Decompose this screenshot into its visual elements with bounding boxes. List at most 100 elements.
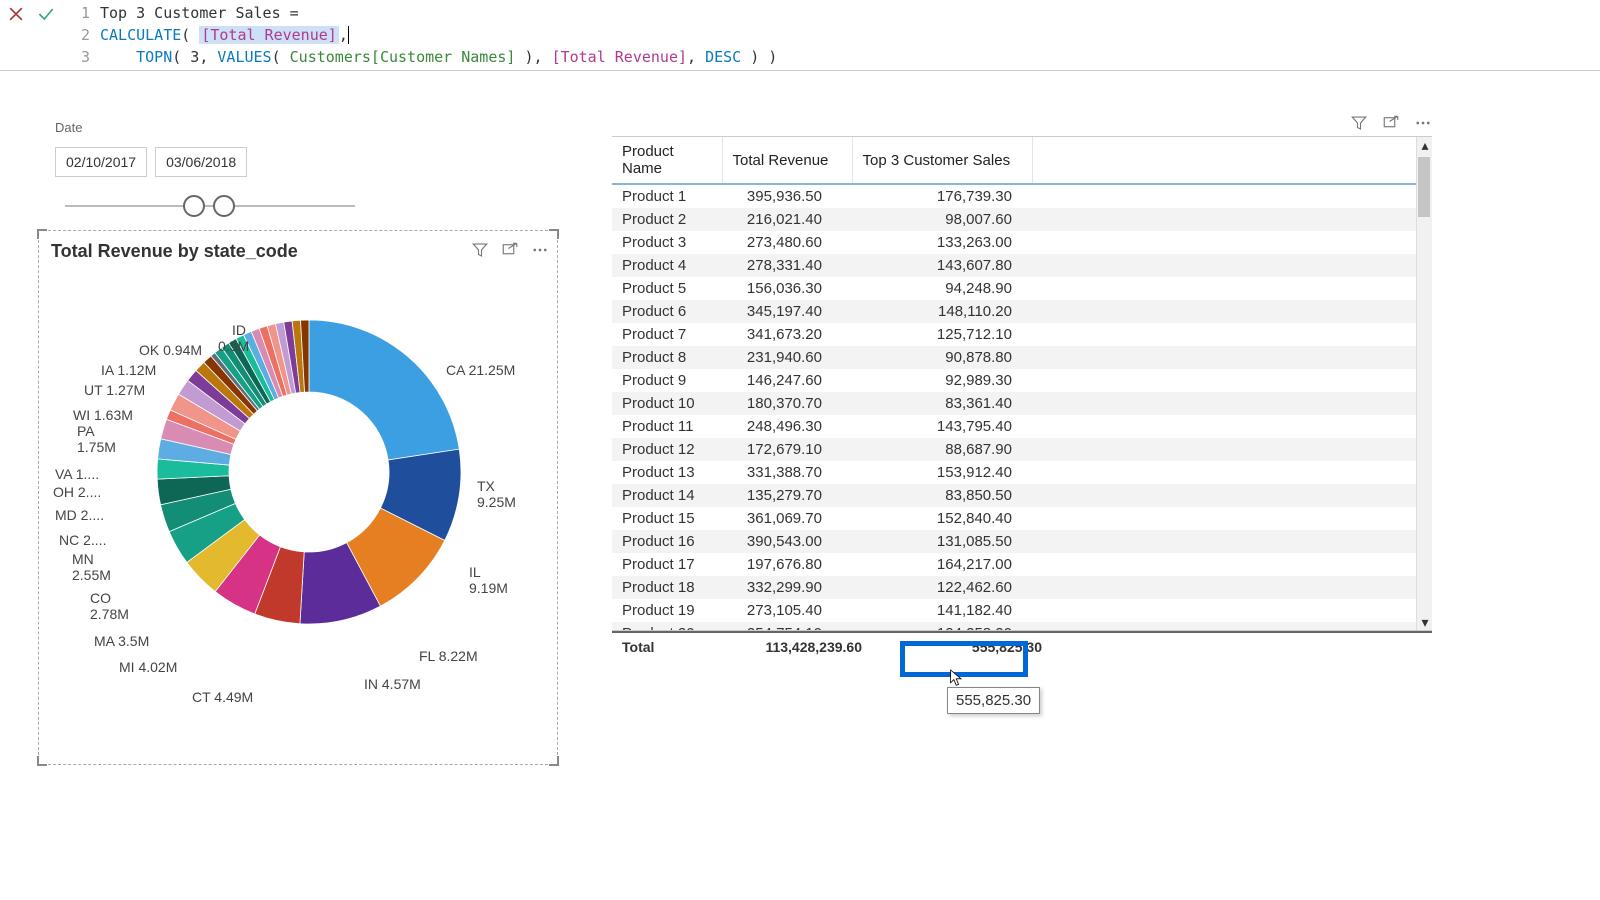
cell-revenue: 390,543.00: [722, 530, 852, 553]
table-row[interactable]: Product 5156,036.3094,248.90: [612, 277, 1432, 300]
slider-handle-to[interactable]: [213, 195, 235, 217]
slice-label-nc: NC 2....: [59, 532, 106, 548]
slider-handle-from[interactable]: [183, 195, 205, 217]
cell-top3: 88,687.90: [852, 438, 1032, 461]
scroll-thumb[interactable]: [1418, 157, 1430, 217]
formula-bar: 1Top 3 Customer Sales = 2CALCULATE( [Tot…: [0, 0, 1600, 71]
table-row[interactable]: Product 6345,197.40148,110.20: [612, 300, 1432, 323]
table-row[interactable]: Product 17197,676.80164,217.00: [612, 553, 1432, 576]
cell-product: Product 11: [612, 415, 722, 438]
slice-label-id1: ID: [232, 322, 246, 338]
focus-mode-icon[interactable]: [501, 241, 519, 262]
cell-revenue: 273,480.60: [722, 231, 852, 254]
focus-mode-icon[interactable]: [1382, 114, 1400, 135]
cell-revenue: 216,021.40: [722, 208, 852, 231]
cell-product: Product 13: [612, 461, 722, 484]
donut-svg: [149, 312, 469, 632]
slice-label-id2: 0.5M: [218, 338, 249, 354]
cell-revenue: 278,331.40: [722, 254, 852, 277]
cell-revenue: 146,247.60: [722, 369, 852, 392]
cell-revenue: 332,299.90: [722, 576, 852, 599]
table-row[interactable]: Product 15361,069.70152,840.40: [612, 507, 1432, 530]
scroll-down-icon[interactable]: ▾: [1417, 614, 1432, 630]
cell-revenue: 156,036.30: [722, 277, 852, 300]
cell-top3: 83,361.40: [852, 392, 1032, 415]
cell-top3: 83,850.50: [852, 484, 1032, 507]
dax-measure: [Total Revenue]: [552, 48, 687, 66]
table-row[interactable]: Product 14135,279.7083,850.50: [612, 484, 1432, 507]
donut-body: CA 21.25M TX 9.25M IL 9.19M FL 8.22M IN …: [39, 262, 557, 722]
table-row[interactable]: Product 2216,021.4098,007.60: [612, 208, 1432, 231]
cancel-formula-icon[interactable]: [6, 4, 26, 27]
slice-label-in: IN 4.57M: [364, 676, 421, 692]
cell-top3: 176,739.30: [852, 184, 1032, 208]
slice-label-ok: OK 0.94M: [139, 342, 202, 358]
table-row[interactable]: Product 3273,480.60133,263.00: [612, 231, 1432, 254]
table-total-row: Total 113,428,239.60 555,825.30: [612, 631, 1432, 661]
resize-handle-br[interactable]: [549, 756, 559, 766]
table-row[interactable]: Product 7341,673.20125,712.10: [612, 323, 1432, 346]
resize-handle-tr[interactable]: [549, 229, 559, 239]
cell-top3: 152,840.40: [852, 507, 1032, 530]
cell-revenue: 197,676.80: [722, 553, 852, 576]
cell-revenue: 331,388.70: [722, 461, 852, 484]
commit-formula-icon[interactable]: [36, 4, 56, 27]
table-row[interactable]: Product 19273,105.40141,182.40: [612, 599, 1432, 622]
table-scrollbar[interactable]: ▴ ▾: [1416, 137, 1432, 630]
cell-top3: 148,110.20: [852, 300, 1032, 323]
cell-product: Product 3: [612, 231, 722, 254]
date-slider[interactable]: [65, 191, 355, 221]
table-row[interactable]: Product 13331,388.70153,912.40: [612, 461, 1432, 484]
cell-revenue: 254,754.10: [722, 622, 852, 631]
scroll-up-icon[interactable]: ▴: [1417, 137, 1432, 153]
data-table-visual[interactable]: Product Name Total Revenue Top 3 Custome…: [612, 136, 1432, 681]
cell-product: Product 8: [612, 346, 722, 369]
slice-label-pa1: PA: [77, 423, 95, 439]
slice-label-co1: CO: [90, 590, 111, 606]
cell-top3: 133,263.00: [852, 231, 1032, 254]
dax-column-ref: Customers[Customer Names]: [290, 48, 516, 66]
donut-chart-visual[interactable]: Total Revenue by state_code CA 21.25M TX…: [38, 230, 558, 765]
more-options-icon[interactable]: [531, 241, 549, 262]
col-top3-sales[interactable]: Top 3 Customer Sales: [852, 137, 1032, 184]
date-from-input[interactable]: 02/10/2017: [55, 147, 147, 177]
col-product-name[interactable]: Product Name: [612, 137, 722, 184]
cell-top3: 122,462.60: [852, 576, 1032, 599]
cell-top3: 153,912.40: [852, 461, 1032, 484]
col-total-revenue[interactable]: Total Revenue: [722, 137, 852, 184]
table-row[interactable]: Product 16390,543.00131,085.50: [612, 530, 1432, 553]
slice-label-va: VA 1....: [55, 466, 99, 482]
cell-product: Product 15: [612, 507, 722, 530]
total-revenue-value: 113,428,239.60: [732, 639, 892, 655]
cell-top3: 90,878.80: [852, 346, 1032, 369]
formula-editor[interactable]: 1Top 3 Customer Sales = 2CALCULATE( [Tot…: [62, 0, 1600, 70]
slice-label-il1: IL: [469, 564, 481, 580]
more-options-icon[interactable]: [1414, 114, 1432, 135]
table-row[interactable]: Product 8231,940.6090,878.80: [612, 346, 1432, 369]
table-row[interactable]: Product 10180,370.7083,361.40: [612, 392, 1432, 415]
cell-revenue: 341,673.20: [722, 323, 852, 346]
slice-label-ca: CA 21.25M: [446, 362, 515, 378]
cell-revenue: 135,279.70: [722, 484, 852, 507]
table-row[interactable]: Product 12172,679.1088,687.90: [612, 438, 1432, 461]
table-row[interactable]: Product 18332,299.90122,462.60: [612, 576, 1432, 599]
product-table: Product Name Total Revenue Top 3 Custome…: [612, 137, 1432, 631]
table-row[interactable]: Product 20254,754.10124,258.20: [612, 622, 1432, 631]
table-row[interactable]: Product 1395,936.50176,739.30: [612, 184, 1432, 208]
cell-top3: 141,182.40: [852, 599, 1032, 622]
slice-label-mn2: 2.55M: [72, 567, 111, 583]
slice-label-md: MD 2....: [55, 507, 104, 523]
dax-calculate: CALCULATE: [100, 26, 181, 44]
filter-icon[interactable]: [471, 241, 489, 262]
value-tooltip: 555,825.30: [947, 687, 1040, 714]
table-row[interactable]: Product 4278,331.40143,607.80: [612, 254, 1432, 277]
table-row[interactable]: Product 11248,496.30143,795.40: [612, 415, 1432, 438]
cell-product: Product 20: [612, 622, 722, 631]
donut-slice[interactable]: [309, 320, 459, 460]
resize-handle-tl[interactable]: [37, 229, 47, 239]
cell-top3: 143,607.80: [852, 254, 1032, 277]
date-to-input[interactable]: 03/06/2018: [155, 147, 247, 177]
filter-icon[interactable]: [1350, 114, 1368, 135]
table-row[interactable]: Product 9146,247.6092,989.30: [612, 369, 1432, 392]
resize-handle-bl[interactable]: [37, 756, 47, 766]
